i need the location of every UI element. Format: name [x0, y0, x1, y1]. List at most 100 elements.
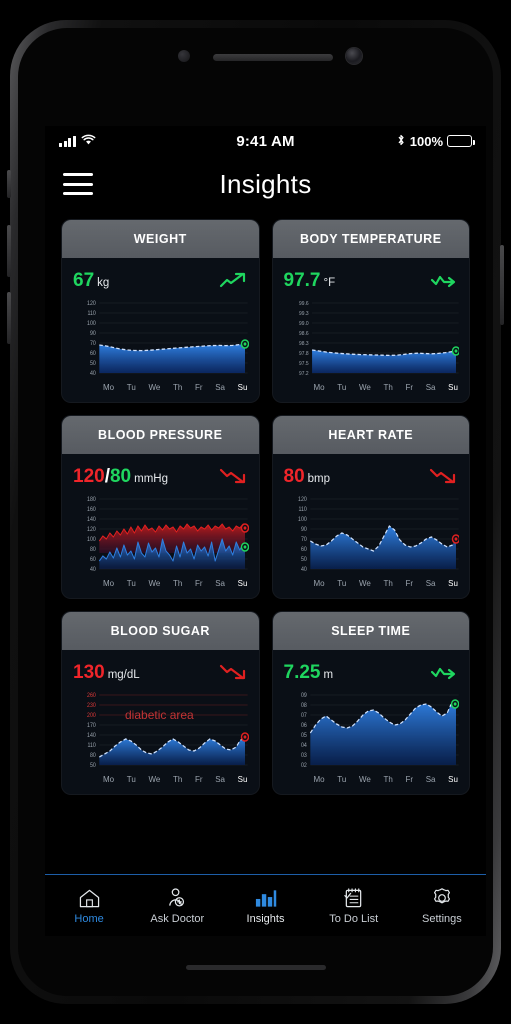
trend-up-icon — [219, 271, 249, 289]
status-bar: 9:41 AM 100% — [45, 126, 486, 156]
tab-ask-doctor[interactable]: Ask Doctor — [133, 886, 221, 925]
trend-down-icon — [429, 467, 459, 485]
svg-text:100: 100 — [87, 537, 96, 543]
svg-text:98.3: 98.3 — [299, 341, 309, 347]
svg-text:260: 260 — [87, 693, 96, 699]
metric-value: 130 mg/dL — [73, 661, 140, 683]
svg-text:02: 02 — [300, 763, 306, 769]
chart-heart-rate: 120 110 100 90 70 60 50 40 Mo Tu We Th F… — [284, 495, 459, 591]
svg-text:40: 40 — [90, 567, 96, 573]
svg-text:70: 70 — [300, 537, 306, 543]
svg-text:120: 120 — [298, 497, 307, 503]
checklist-icon — [343, 886, 364, 910]
chart-svg: 180 160 140 120 100 80 60 40 — [87, 497, 249, 573]
tab-label: Ask Doctor — [150, 913, 205, 925]
tab-settings[interactable]: Settings — [398, 886, 486, 925]
tab-to-do-list[interactable]: To Do List — [310, 886, 398, 925]
earpiece-speaker — [213, 54, 333, 61]
top-bezel — [18, 28, 493, 106]
svg-text:98.6: 98.6 — [299, 331, 309, 337]
silent-switch[interactable] — [7, 170, 11, 198]
home-indicator[interactable] — [185, 965, 326, 970]
tab-label: To Do List — [329, 913, 379, 925]
chart-svg: 120 110 100 90 70 60 50 40 — [298, 497, 459, 573]
x-axis-labels: Mo Tu We Th Fr Sa Su — [313, 775, 458, 784]
battery-percent-label: 100% — [409, 133, 443, 149]
svg-text:110: 110 — [87, 311, 95, 317]
svg-text:08: 08 — [300, 703, 306, 709]
hamburger-menu-icon[interactable] — [63, 173, 93, 195]
card-heart-rate[interactable]: HEART RATE 80 bmp 120 110 100 90 70 60 5… — [272, 416, 469, 598]
svg-text:50: 50 — [300, 557, 306, 563]
svg-text:99.6: 99.6 — [299, 301, 309, 307]
svg-text:90: 90 — [90, 331, 96, 337]
volume-down-button[interactable] — [7, 292, 11, 344]
svg-text:50: 50 — [90, 763, 96, 769]
card-blood-sugar[interactable]: BLOOD SUGAR 130 mg/dL 260 230 200 170 14… — [62, 612, 259, 794]
trend-down-icon — [219, 663, 249, 681]
svg-text:160: 160 — [87, 507, 96, 513]
svg-text:40: 40 — [300, 567, 306, 573]
svg-text:80: 80 — [90, 547, 96, 553]
metric-value: 120/80 mmHg — [73, 465, 168, 487]
svg-text:170: 170 — [87, 723, 96, 729]
chart-weight: 120 110 100 90 70 60 50 40 Mo Tu We Th F… — [73, 299, 249, 395]
card-title: WEIGHT — [62, 220, 259, 258]
chart-sleep-time: 09 08 07 06 05 04 03 02 Mo Tu We Th Fr S… — [284, 691, 460, 787]
svg-text:05: 05 — [300, 733, 306, 739]
wifi-icon — [81, 133, 96, 149]
svg-text:180: 180 — [87, 497, 96, 503]
trend-down-icon — [219, 467, 249, 485]
card-title: BODY TEMPERATURE — [272, 220, 469, 258]
tab-label: Settings — [422, 913, 462, 925]
chart-svg: 260 230 200 170 140 110 80 50 — [87, 693, 249, 769]
svg-text:03: 03 — [300, 753, 306, 759]
card-title: BLOOD SUGAR — [62, 612, 259, 650]
x-axis-labels: Mo Tu We Th Fr Sa Su — [313, 383, 458, 392]
tab-label: Insights — [246, 913, 285, 925]
svg-text:97.5: 97.5 — [299, 361, 309, 367]
svg-text:60: 60 — [90, 351, 96, 357]
metric-value: 80 bmp — [283, 465, 331, 487]
app-header: Insights — [45, 156, 486, 212]
status-time: 9:41 AM — [236, 132, 295, 150]
svg-text:99.3: 99.3 — [299, 311, 309, 317]
svg-text:99.0: 99.0 — [299, 321, 309, 327]
svg-text:70: 70 — [90, 341, 96, 347]
card-weight[interactable]: WEIGHT 67 kg 120 110 100 90 70 60 50 40 … — [62, 220, 259, 402]
svg-text:100: 100 — [87, 321, 96, 327]
chart-svg: 120 110 100 90 70 60 50 40 — [87, 301, 249, 377]
svg-text:09: 09 — [300, 693, 306, 699]
svg-text:200: 200 — [87, 713, 96, 719]
chart-blood-pressure: 180 160 140 120 100 80 60 40 Mo Tu We Th… — [73, 495, 249, 591]
chart-blood-sugar: 260 230 200 170 140 110 80 50 diabetic a… — [73, 691, 249, 787]
chart-svg: 99.6 99.3 99.0 98.6 98.3 97.8 97.5 97.2 — [299, 301, 459, 377]
diabetic-area-annotation: diabetic area — [125, 708, 194, 722]
svg-text:40: 40 — [90, 371, 96, 377]
card-sleep-time[interactable]: SLEEP TIME 7.25 m 09 08 07 06 05 04 03 0… — [272, 612, 469, 794]
trend-flat-icon — [429, 271, 459, 289]
card-blood-pressure[interactable]: BLOOD PRESSURE 120/80 mmHg 180 160 140 1… — [62, 416, 259, 598]
x-axis-labels: Mo Tu We Th Fr Sa Su — [103, 383, 248, 392]
svg-text:60: 60 — [300, 547, 306, 553]
svg-text:120: 120 — [87, 527, 96, 533]
svg-text:140: 140 — [87, 517, 96, 523]
svg-text:07: 07 — [300, 713, 306, 719]
svg-text:60: 60 — [90, 557, 96, 563]
card-body-temperature[interactable]: BODY TEMPERATURE 97.7 °F 99.6 99.3 99.0 … — [272, 220, 469, 402]
tab-insights[interactable]: Insights — [221, 886, 309, 925]
gear-icon — [431, 886, 453, 910]
volume-up-button[interactable] — [7, 225, 11, 277]
chart-svg: 09 08 07 06 05 04 03 02 — [300, 693, 459, 769]
power-button[interactable] — [500, 245, 504, 325]
phone-frame: 9:41 AM 100% Insights WEIGHT 67 kg 120 1… — [7, 20, 504, 1004]
x-axis-labels: Mo Tu We Th Fr Sa Su — [103, 579, 248, 588]
tab-home[interactable]: Home — [45, 886, 133, 925]
phone-screen: 9:41 AM 100% Insights WEIGHT 67 kg 120 1… — [45, 126, 486, 936]
doctor-icon — [166, 886, 189, 910]
battery-full-icon — [447, 135, 475, 147]
x-axis-labels: Mo Tu We Th Fr Sa Su — [313, 579, 458, 588]
x-axis-labels: Mo Tu We Th Fr Sa Su — [103, 775, 248, 784]
bar-chart-icon — [254, 886, 277, 910]
svg-text:50: 50 — [90, 361, 96, 367]
